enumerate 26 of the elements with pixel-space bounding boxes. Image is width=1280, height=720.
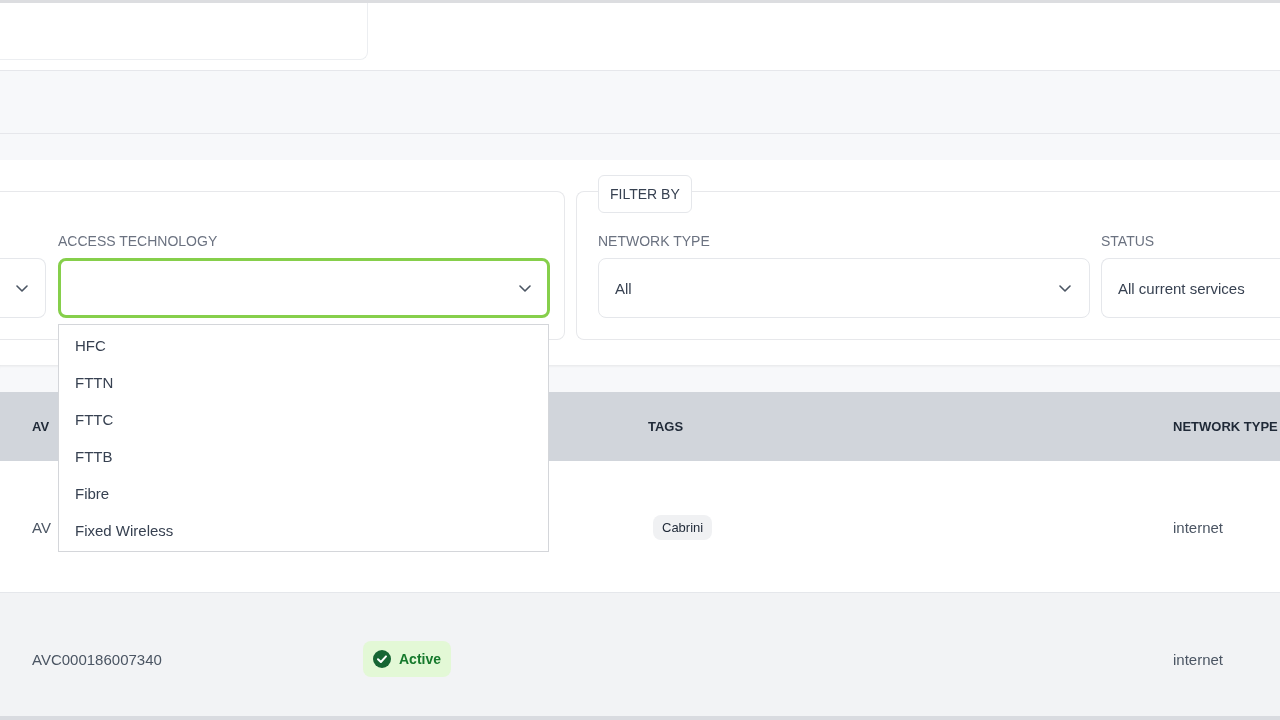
dropdown-option[interactable]: Fibre — [59, 475, 548, 512]
field-label: ACCESS TECHNOLOGY — [58, 233, 218, 250]
select-field[interactable]: All — [598, 258, 1090, 318]
dropdown-option[interactable]: FTTB — [59, 438, 548, 475]
field-label: STATUS — [1101, 233, 1155, 250]
select-field[interactable] — [58, 258, 550, 318]
table-cell: AV — [32, 518, 51, 536]
table-cell: internet — [1173, 518, 1224, 536]
dropdown-option[interactable]: Fixed Wireless — [59, 512, 548, 549]
table-cell: internet — [1173, 650, 1224, 668]
chevron-down-icon — [1059, 284, 1071, 292]
table-cell: AVC000186007340 — [32, 650, 162, 668]
column-header: TAGS — [648, 419, 684, 434]
check-circle-icon — [373, 650, 391, 668]
field-label: NETWORK TYPE — [598, 233, 710, 250]
chevron-down-icon — [519, 284, 531, 292]
select-field[interactable]: All current services — [1101, 258, 1280, 318]
group-legend: FILTER BY — [598, 175, 692, 213]
column-header: NETWORK TYPE — [1173, 419, 1278, 434]
dropdown-option[interactable]: FTTC — [59, 401, 548, 438]
tag: Cabrini — [653, 514, 713, 540]
column-header: AV — [32, 419, 50, 434]
dropdown-option[interactable]: HFC — [59, 327, 548, 364]
dropdown-option[interactable]: FTTN — [59, 364, 548, 401]
status-label: Active — [399, 651, 442, 667]
chevron-down-icon — [16, 284, 28, 292]
